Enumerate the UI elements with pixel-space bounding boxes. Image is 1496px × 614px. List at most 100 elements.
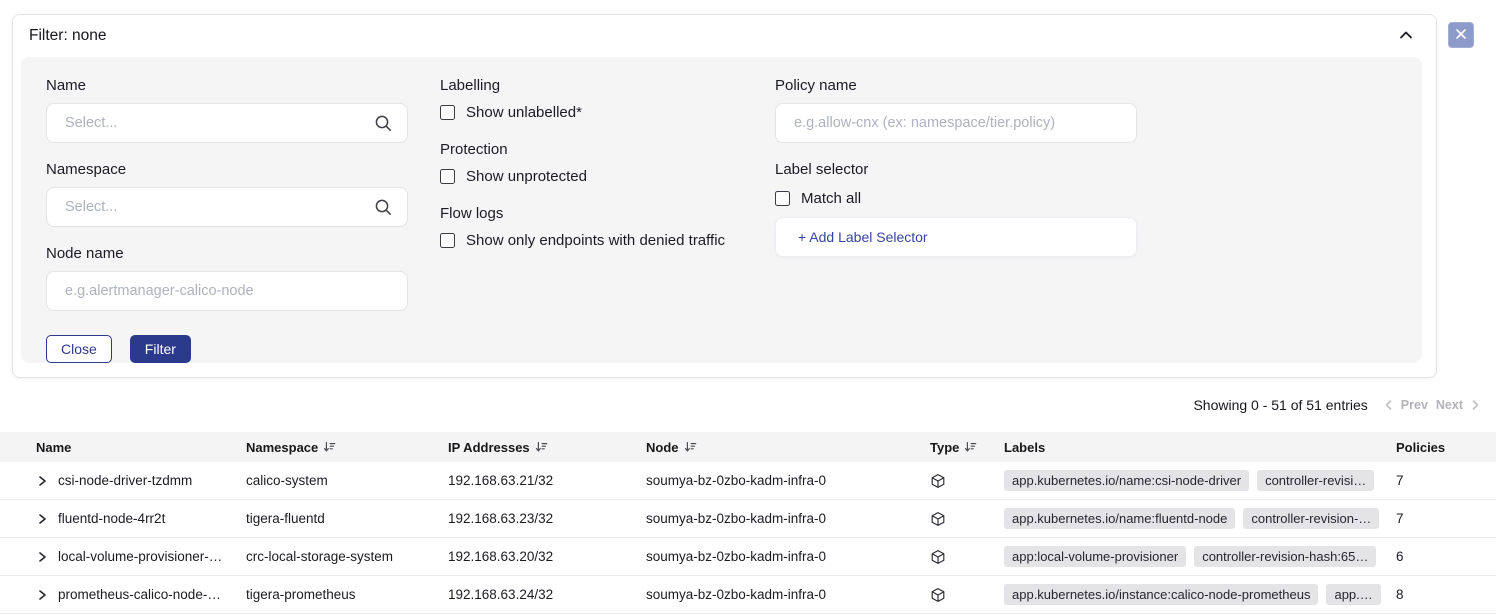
label-chip: app.kubernetes.io/name:fluentd-node [1004, 508, 1235, 529]
label-chip: controller-revision-… [1243, 508, 1379, 529]
endpoint-node: soumya-bz-0zbo-kadm-infra-0 [646, 473, 930, 488]
flow-logs-section-label: Flow logs [440, 205, 743, 222]
label-selector-section-label: Label selector [775, 161, 1137, 178]
panel-close-button[interactable] [1448, 22, 1474, 48]
match-all-checkbox[interactable] [775, 191, 790, 206]
namespace-select[interactable] [46, 187, 408, 227]
endpoint-namespace: calico-system [246, 473, 448, 488]
next-page-button[interactable]: Next [1436, 398, 1463, 412]
table-row[interactable]: csi-node-driver-tzdmm calico-system 192.… [0, 462, 1496, 500]
table-body: csi-node-driver-tzdmm calico-system 192.… [0, 462, 1496, 614]
expand-row-chevron-icon[interactable] [36, 474, 48, 488]
column-header-label: Name [36, 440, 71, 455]
column-header-label: Labels [1004, 440, 1045, 455]
column-header-name: Name [36, 440, 246, 455]
prev-page-button[interactable]: Prev [1401, 398, 1428, 412]
match-all-label: Match all [801, 190, 861, 207]
column-header-ip-addresses[interactable]: IP Addresses [448, 440, 646, 455]
table-header-row: Name Namespace IP Addresses Node [0, 432, 1496, 462]
pod-type-icon [930, 473, 1004, 489]
expand-row-chevron-icon[interactable] [36, 512, 48, 526]
show-unprotected-label: Show unprotected [466, 168, 587, 185]
label-chip: app:local-volume-provisioner [1004, 546, 1186, 567]
sort-icon[interactable] [535, 441, 548, 453]
sort-icon[interactable] [684, 441, 697, 453]
endpoint-policies-count: 6 [1396, 549, 1472, 564]
denied-traffic-label: Show only endpoints with denied traffic [466, 232, 725, 249]
node-name-field[interactable] [46, 271, 408, 311]
endpoint-ip: 192.168.63.24/32 [448, 587, 646, 602]
filter-panel-header: Filter: none [13, 15, 1436, 53]
sort-icon[interactable] [964, 441, 977, 453]
column-header-label: Policies [1396, 440, 1445, 455]
endpoint-ip: 192.168.63.20/32 [448, 549, 646, 564]
endpoint-labels: app.kubernetes.io/name:fluentd-node contr… [1004, 508, 1396, 529]
label-chip: app.kubernetes.io/name:csi-node-driver [1004, 470, 1249, 491]
endpoint-ip: 192.168.63.21/32 [448, 473, 646, 488]
column-header-label: IP Addresses [448, 440, 530, 455]
namespace-select-input[interactable] [47, 188, 407, 226]
table-row[interactable]: local-volume-provisioner-… crc-local-sto… [0, 538, 1496, 576]
column-header-type[interactable]: Type [930, 440, 1004, 455]
name-select[interactable] [46, 103, 408, 143]
close-icon [1455, 28, 1467, 43]
expand-row-chevron-icon[interactable] [36, 588, 48, 602]
denied-traffic-checkbox[interactable] [440, 233, 455, 248]
endpoint-policies-count: 7 [1396, 473, 1472, 488]
endpoint-labels: app.kubernetes.io/name:csi-node-driver co… [1004, 470, 1396, 491]
filter-panel-title: Filter: none [29, 27, 107, 45]
namespace-field-label: Namespace [46, 161, 408, 178]
sort-icon[interactable] [323, 441, 336, 453]
endpoint-name: csi-node-driver-tzdmm [58, 473, 192, 488]
label-chip: controller-revisi… [1257, 470, 1374, 491]
endpoint-name: fluentd-node-4rr2t [58, 511, 165, 526]
column-header-node[interactable]: Node [646, 440, 930, 455]
endpoint-policies-count: 7 [1396, 511, 1472, 526]
show-unlabelled-label: Show unlabelled* [466, 104, 582, 121]
show-unprotected-checkbox[interactable] [440, 169, 455, 184]
column-header-namespace[interactable]: Namespace [246, 440, 448, 455]
entries-count: Showing 0 - 51 of 51 entries [1193, 397, 1367, 413]
node-name-field-label: Node name [46, 245, 408, 262]
endpoint-node: soumya-bz-0zbo-kadm-infra-0 [646, 511, 930, 526]
label-chip: app.kubernetes.io/instance:calico-node-p… [1004, 584, 1318, 605]
pod-type-icon [930, 511, 1004, 527]
pod-type-icon [930, 549, 1004, 565]
pagination: Showing 0 - 51 of 51 entries Prev Next [1193, 397, 1480, 413]
column-header-label: Type [930, 440, 959, 455]
label-chip: controller-revision-hash:65… [1194, 546, 1376, 567]
endpoint-labels: app:local-volume-provisioner controller-r… [1004, 546, 1396, 567]
node-name-input[interactable] [47, 272, 407, 310]
search-icon [374, 114, 393, 138]
show-unlabelled-checkbox[interactable] [440, 105, 455, 120]
endpoints-table: Name Namespace IP Addresses Node [0, 432, 1496, 614]
filter-panel: Filter: none Name Namespace [12, 14, 1437, 378]
column-header-policies: Policies [1396, 440, 1472, 455]
endpoint-name: prometheus-calico-node-… [58, 587, 221, 602]
policy-name-input[interactable] [776, 104, 1136, 142]
labelling-section-label: Labelling [440, 77, 743, 94]
table-row[interactable]: fluentd-node-4rr2t tigera-fluentd 192.16… [0, 500, 1496, 538]
endpoint-policies-count: 8 [1396, 587, 1472, 602]
add-label-selector-button[interactable]: + Add Label Selector [775, 217, 1137, 257]
column-header-label: Namespace [246, 440, 318, 455]
endpoint-node: soumya-bz-0zbo-kadm-infra-0 [646, 587, 930, 602]
table-row[interactable]: prometheus-calico-node-… tigera-promethe… [0, 576, 1496, 614]
label-chip: app.… [1326, 584, 1380, 605]
filter-button[interactable]: Filter [130, 335, 191, 363]
chevron-up-icon [1398, 29, 1414, 44]
chevron-right-icon [1471, 399, 1480, 411]
endpoint-labels: app.kubernetes.io/instance:calico-node-p… [1004, 584, 1396, 605]
endpoint-namespace: crc-local-storage-system [246, 549, 448, 564]
endpoint-namespace: tigera-prometheus [246, 587, 448, 602]
policy-name-field[interactable] [775, 103, 1137, 143]
close-button[interactable]: Close [46, 335, 112, 363]
collapse-panel-button[interactable] [1398, 29, 1414, 44]
name-field-label: Name [46, 77, 408, 94]
expand-row-chevron-icon[interactable] [36, 550, 48, 564]
pod-type-icon [930, 587, 1004, 603]
endpoint-node: soumya-bz-0zbo-kadm-infra-0 [646, 549, 930, 564]
chevron-left-icon [1384, 399, 1393, 411]
name-select-input[interactable] [47, 104, 407, 142]
column-header-labels: Labels [1004, 440, 1396, 455]
